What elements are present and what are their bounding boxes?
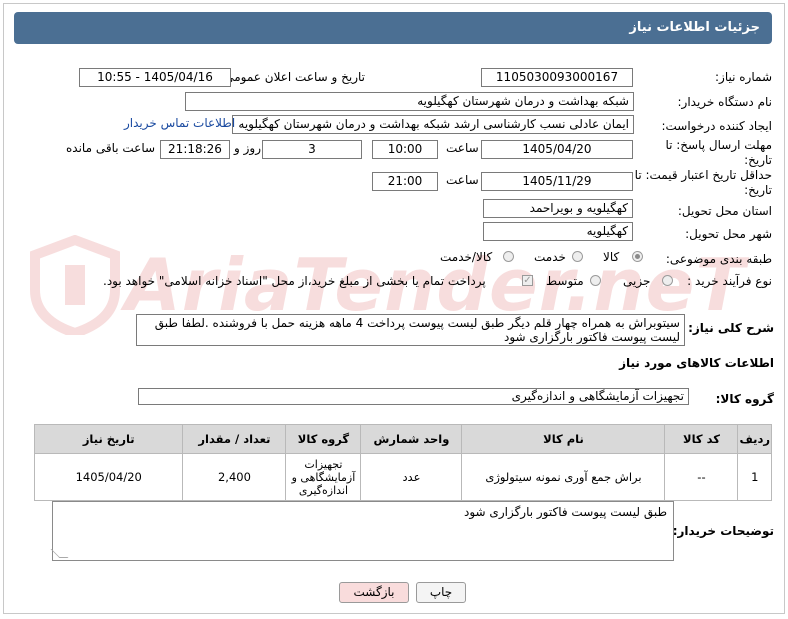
process-note: پرداخت تمام یا بخشی از مبلغ خرید،از محل … [103, 274, 486, 288]
summary-line-1: سیتوبراش به همراه چهار قلم دیگر طبق لیست… [154, 316, 680, 330]
resize-handle-icon[interactable] [50, 549, 69, 558]
goods-info-title: اطلاعات کالاهای مورد نیاز [619, 356, 774, 370]
category-option-goods: کالا [603, 250, 620, 264]
summary-label: شرح کلی نیاز: [688, 321, 774, 335]
cell-group-line-1: تجهیزات [304, 457, 343, 471]
print-button[interactable]: چاپ [416, 582, 466, 603]
cell-name: براش جمع آوری نمونه سیتولوژی [461, 453, 666, 501]
table-row: 1 -- براش جمع آوری نمونه سیتولوژی عدد تج… [33, 453, 772, 501]
category-option-service: خدمت [534, 250, 566, 264]
announce-label: تاریخ و ساعت اعلان عمومی: [220, 70, 365, 84]
summary-line-2: لیست پیوست فاکتور بارگزاری شود [504, 330, 680, 344]
days-label: روز و [234, 141, 261, 155]
col-header-code: کد کالا [664, 424, 739, 454]
col-header-name: نام کالا [461, 424, 666, 454]
category-radio-service[interactable] [572, 251, 583, 262]
col-header-group: گروه کالا [285, 424, 362, 454]
cell-group-line-2: آزمایشگاهی و [291, 470, 356, 484]
buyer-org-label: نام دستگاه خریدار: [677, 95, 773, 109]
cell-group-line-3: اندازه‌گیری [298, 483, 349, 497]
header-bar: جزئیات اطلاعات نیاز [14, 12, 772, 44]
validity-date-field: 1405/11/29 [481, 172, 633, 191]
category-radio-goods[interactable] [632, 251, 643, 262]
validity-time-field: 21:00 [372, 172, 438, 191]
days-field: 3 [262, 140, 362, 159]
cell-row-number: 1 [737, 453, 772, 501]
contact-info-link[interactable]: اطلاعات تماس خریدار [124, 116, 235, 130]
category-option-goods-service: کالا/خدمت [440, 250, 493, 264]
col-header-unit: واحد شمارش [360, 424, 463, 454]
city-label: شهر محل تحویل: [685, 227, 772, 241]
col-header-qty: تعداد / مقدار [182, 424, 287, 454]
col-header-row-number: ردیف [737, 424, 772, 454]
back-button[interactable]: بازگشت [339, 582, 409, 603]
deadline-label: مهلت ارسال پاسخ: تا تاریخ: [665, 138, 772, 167]
cell-qty: 2,400 [182, 453, 287, 501]
cell-date: 1405/04/20 [33, 453, 184, 501]
province-label: استان محل تحویل: [677, 204, 772, 218]
buyer-notes-label: توضیحات خریدار: [672, 524, 774, 538]
remaining-time-field: 21:18:26 [160, 140, 230, 159]
table-header-row: ردیف کد کالا نام کالا واحد شمارش گروه کا… [33, 424, 772, 454]
col-header-date: تاریخ نیاز [33, 424, 184, 454]
buyer-org-field: شبکه بهداشت و درمان شهرستان کهگیلویه [185, 92, 634, 111]
process-option-medium: متوسط [546, 274, 584, 288]
buyer-notes-field: طبق لیست پیوست فاکتور بارگزاری شود [50, 501, 674, 561]
goods-group-field: تجهیزات آزمایشگاهی و اندازه‌گیری [138, 388, 689, 405]
need-number-field: 1105030093000167 [481, 68, 633, 87]
deadline-hour-label: ساعت [446, 141, 479, 155]
process-label: نوع فرآیند خرید : [687, 274, 772, 288]
province-field: کهگیلویه و بویراحمد [483, 199, 633, 218]
deadline-time-field: 10:00 [372, 140, 438, 159]
validity-hour-label: ساعت [446, 173, 479, 187]
category-label: طبقه بندی موضوعی: [665, 252, 772, 266]
process-radio-minor[interactable] [662, 275, 673, 286]
process-option-minor: جزیی [623, 274, 651, 288]
announce-field: 1405/04/16 - 10:55 [79, 68, 231, 87]
goods-group-label: گروه کالا: [715, 392, 774, 406]
category-radio-goods-service[interactable] [503, 251, 514, 262]
cell-unit: عدد [360, 453, 463, 501]
remaining-label: ساعت باقی مانده [66, 141, 156, 155]
city-field: کهگیلویه [483, 222, 633, 241]
page-title: جزئیات اطلاعات نیاز [629, 20, 760, 35]
cell-group: تجهیزات آزمایشگاهی و اندازه‌گیری [285, 453, 362, 501]
creator-label: ایجاد کننده درخواست: [661, 119, 772, 133]
summary-field: سیتوبراش به همراه چهار قلم دیگر طبق لیست… [136, 314, 685, 346]
need-number-label: شماره نیاز: [715, 70, 772, 84]
goods-table: ردیف کد کالا نام کالا واحد شمارش گروه کا… [33, 424, 772, 501]
creator-field: ایمان عادلی نسب کارشناسی ارشد شبکه بهداش… [232, 115, 634, 134]
buyer-notes-text: طبق لیست پیوست فاکتور بارگزاری شود [464, 505, 667, 519]
process-radio-medium[interactable] [590, 275, 601, 286]
cell-code: -- [664, 453, 739, 501]
deadline-date-field: 1405/04/20 [481, 140, 633, 159]
treasury-checkbox[interactable]: ✓ [522, 275, 533, 286]
validity-label: حداقل تاریخ اعتبار قیمت: تا تاریخ: [634, 168, 772, 197]
